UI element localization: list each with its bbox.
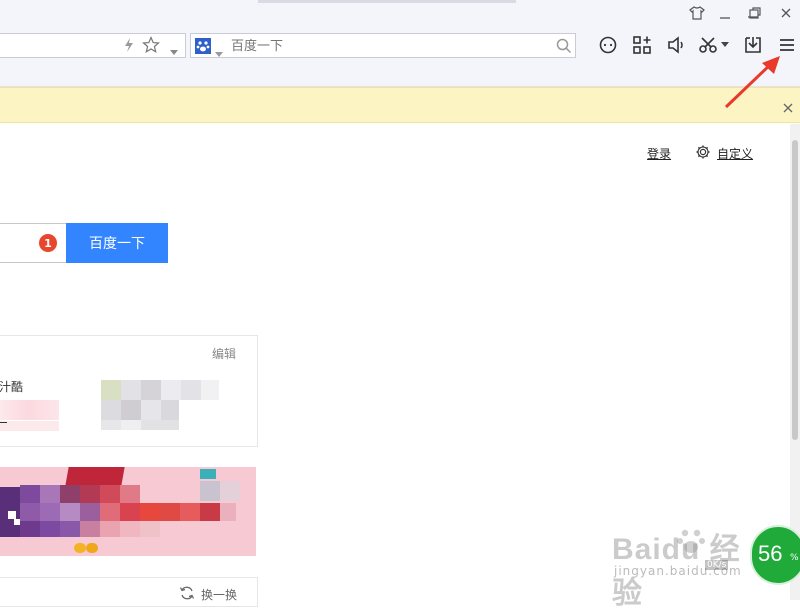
search-button[interactable]: 百度一下 (66, 223, 168, 263)
tab-edge (258, 0, 516, 3)
scrollbar-thumb[interactable] (792, 140, 798, 440)
toolbar (0, 27, 800, 64)
baidu-paw-icon[interactable] (195, 38, 211, 58)
refresh-icon[interactable] (179, 585, 195, 605)
login-link[interactable]: 登录 (647, 145, 671, 162)
maximize-icon[interactable] (744, 4, 766, 22)
edit-button[interactable]: 编辑 (212, 345, 236, 362)
main-search-input[interactable] (0, 223, 68, 263)
recommend-card: 换一换 (0, 577, 258, 607)
address-bar[interactable] (0, 33, 186, 58)
search-input[interactable] (231, 37, 531, 55)
hamburger-menu-icon[interactable] (775, 33, 799, 57)
blurred-block (0, 400, 59, 420)
bookmark-bar (0, 64, 800, 87)
title-bar (0, 0, 800, 27)
annotation-arrow-icon (724, 56, 780, 109)
skin-icon[interactable] (686, 4, 708, 22)
search-box[interactable] (190, 33, 576, 58)
shortcut-card: 编辑 汁酷 (0, 335, 258, 447)
customize-link[interactable]: 自定义 (717, 145, 753, 162)
blurred-block (0, 421, 59, 431)
lightning-icon[interactable] (123, 37, 135, 57)
search-icon[interactable] (555, 37, 573, 59)
chat-icon[interactable] (596, 33, 620, 57)
banner-ad-image[interactable] (0, 467, 256, 556)
settings-gear-icon[interactable] (695, 144, 711, 164)
speed-percent: 56 (758, 541, 783, 566)
volume-icon[interactable] (664, 33, 688, 57)
speed-rate: 0K/s (705, 560, 729, 570)
menu-compact-icon[interactable] (714, 4, 736, 22)
close-icon[interactable] (775, 4, 797, 22)
watermark: Baidu 经验 jingyan.baidu.com (612, 522, 762, 610)
refresh-button[interactable]: 换一换 (201, 586, 237, 603)
scissors-dropdown-icon[interactable] (718, 33, 732, 57)
speed-percent-sign: % (790, 553, 799, 563)
engine-dropdown-icon[interactable] (215, 43, 223, 62)
network-speed-widget[interactable]: 56 % (750, 525, 800, 585)
star-icon[interactable] (142, 35, 160, 58)
site-label[interactable]: 汁酷 (0, 378, 23, 395)
notification-badge: 1 (39, 234, 57, 252)
notice-bar (0, 87, 800, 123)
address-dropdown-icon[interactable] (169, 42, 179, 61)
divider (0, 422, 7, 423)
apps-icon[interactable] (630, 33, 654, 57)
watermark-paw-icon (674, 524, 708, 562)
download-icon[interactable] (741, 33, 765, 57)
